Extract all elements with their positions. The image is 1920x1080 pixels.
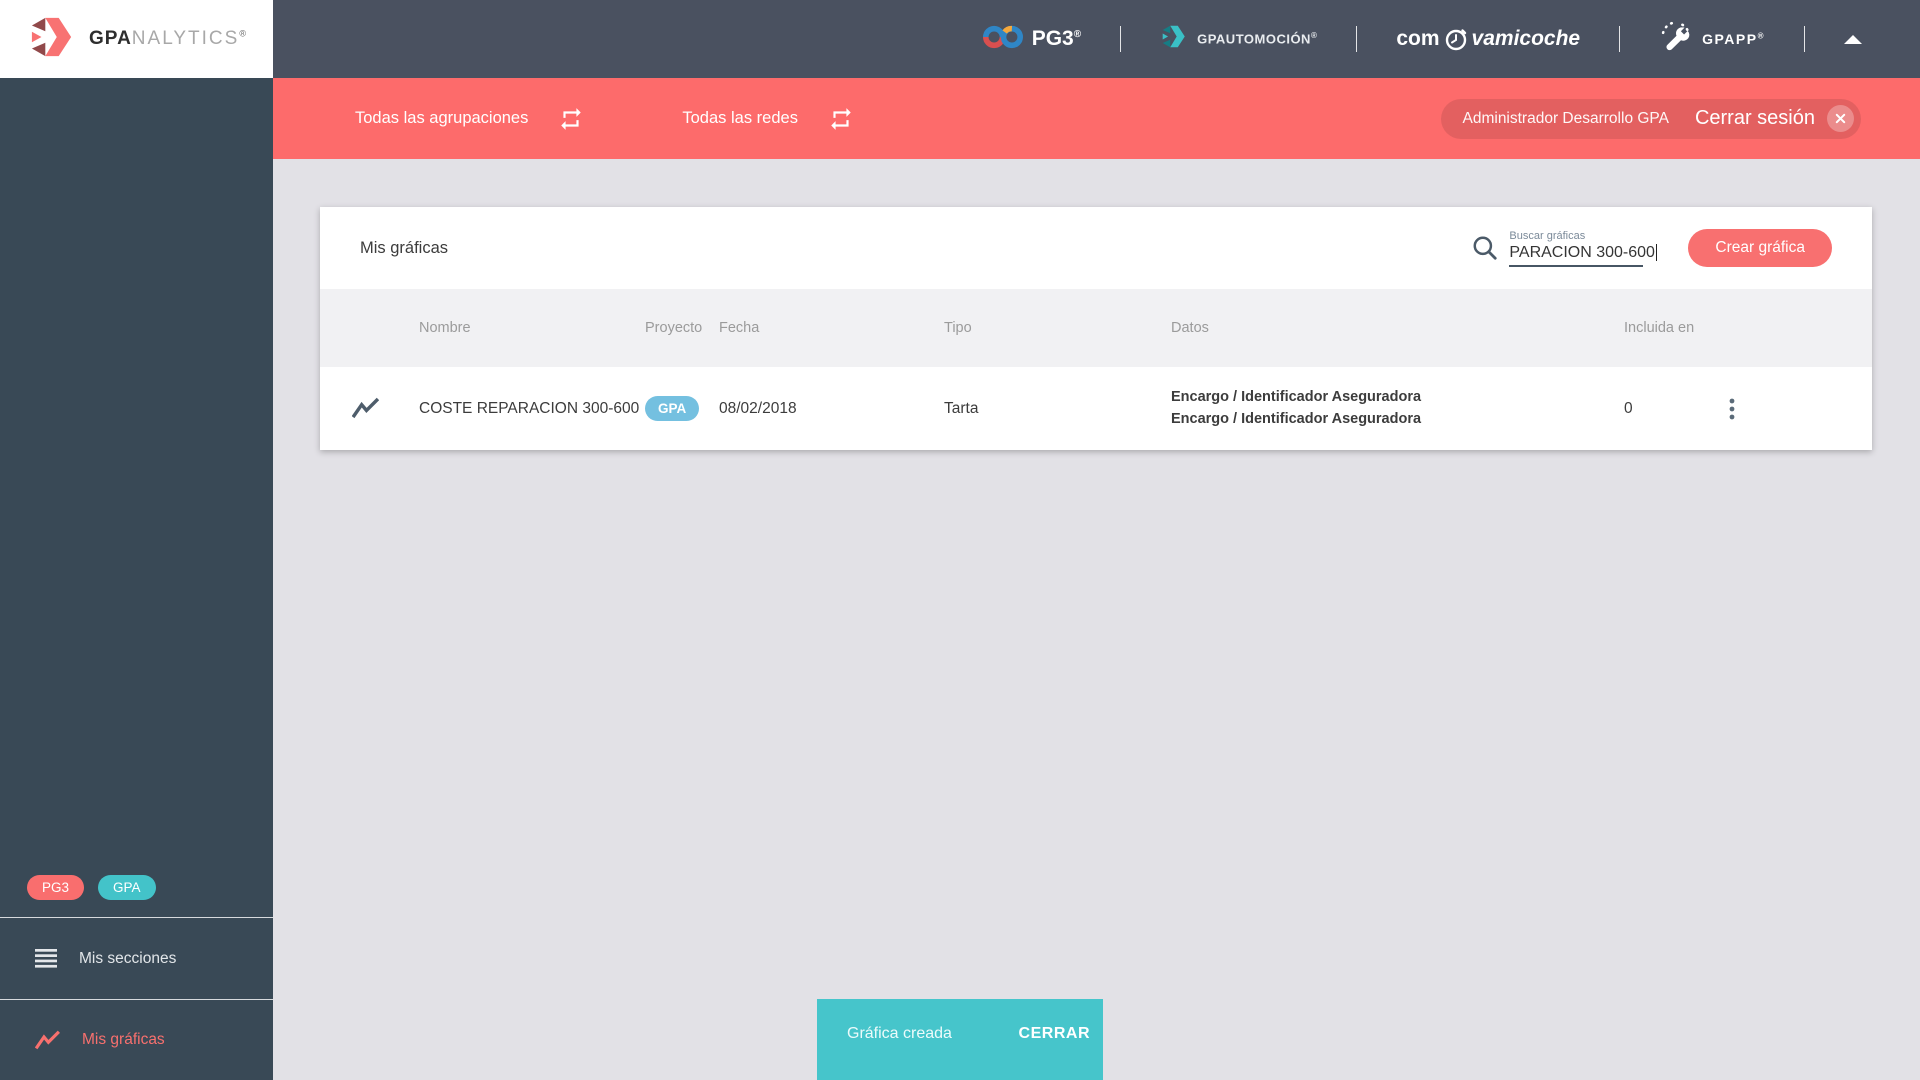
sidebar-item-mis-graficas[interactable]: Mis gráficas [0, 1000, 273, 1080]
row-menu [1711, 394, 1872, 424]
brand-gpapp[interactable]: GPAPP® [1659, 20, 1765, 59]
gpautomocion-arrow-icon [1160, 24, 1188, 54]
page-title: Mis gráficas [360, 238, 449, 257]
create-chart-button[interactable]: Crear gráfica [1688, 229, 1832, 267]
column-header-datos: Datos [1171, 320, 1209, 336]
sidebar-bottom: PG3 GPA Mis secciones Mis gráficas [0, 875, 273, 1080]
row-date: 08/02/2018 [719, 399, 797, 417]
card-header: Mis gráficas Buscar gráficas PARACION 30… [320, 207, 1872, 289]
column-header-tipo: Tipo [944, 320, 972, 336]
search-input-label: Buscar gráficas [1509, 229, 1586, 242]
row-chart-type-icon [320, 397, 419, 420]
pg3-infinity-icon [982, 24, 1023, 55]
repeat-icon [561, 107, 582, 130]
filter-groupings-label: Todas las agrupaciones [355, 109, 529, 127]
compravamicoche-label: com vamicoche [1396, 26, 1581, 52]
brand-pg3[interactable]: PG3® [982, 24, 1082, 55]
header-divider [1619, 26, 1621, 52]
header-divider [1804, 26, 1805, 52]
filter-bar: Todas las agrupaciones Todas las redes A… [273, 78, 1920, 159]
collapse-arrow-icon[interactable] [1844, 34, 1862, 44]
gpanalytics-logo-text: GPANALYTICS® [89, 28, 247, 49]
sidebar-badges: PG3 GPA [0, 875, 273, 917]
brand-compravamicoche[interactable]: com vamicoche [1396, 26, 1580, 52]
wrench-icon [1659, 20, 1693, 59]
search-icon[interactable] [1471, 234, 1499, 262]
repeat-icon [831, 107, 851, 130]
row-data: Encargo / Identificador Aseguradora Enca… [1171, 387, 1615, 429]
column-header-nombre: Nombre [419, 320, 471, 336]
row-menu-button[interactable] [1725, 394, 1739, 424]
pg3-label: PG3® [1031, 27, 1082, 50]
table-row[interactable]: COSTE REPARACION 300-600 GPA 08/02/2018 … [320, 367, 1872, 450]
row-type: Tarta [944, 399, 979, 417]
main-content: Mis gráficas Buscar gráficas PARACION 30… [273, 159, 1920, 1080]
line-chart-icon [35, 1030, 60, 1051]
sidebar-item-mis-secciones[interactable]: Mis secciones [0, 918, 273, 999]
header-brand-switcher: PG3® GPAUTOMOCIÓN® com vamicoche GPAPP® [273, 0, 1920, 78]
column-header-proyecto: Proyecto [645, 320, 703, 336]
menu-list-icon [35, 949, 57, 968]
snackbar-message: Gráfica creada [847, 1025, 952, 1042]
user-session-pill: Administrador Desarrollo GPA Cerrar sesi… [1440, 98, 1861, 139]
search-input[interactable]: Buscar gráficas PARACION 300-600 [1509, 229, 1658, 267]
column-header-fecha: Fecha [719, 320, 760, 336]
badge-gpa[interactable]: GPA [98, 875, 156, 900]
column-header-incluida-en: Incluida en [1624, 320, 1695, 336]
gpanalytics-logo-icon [26, 15, 78, 64]
header-divider [1120, 26, 1122, 52]
text-caret [1655, 243, 1658, 261]
sidebar-item-label: Mis secciones [79, 949, 177, 967]
close-session-icon [1827, 105, 1854, 132]
brand-gpautomocion[interactable]: GPAUTOMOCIÓN® [1160, 24, 1317, 54]
filter-networks-label: Todas las redes [682, 109, 798, 127]
filter-groupings[interactable]: Todas las agrupaciones [355, 106, 584, 132]
row-included-in: 0 [1624, 399, 1633, 417]
logout-label: Cerrar sesión [1694, 107, 1815, 129]
project-badge: GPA [645, 396, 700, 421]
snackbar-inner: Gráfica creada CERRAR [817, 1025, 1103, 1043]
gpapp-label: GPAPP® [1702, 31, 1765, 47]
search-input-value: PARACION 300-600 [1509, 243, 1658, 267]
row-project: GPA [645, 396, 719, 421]
row-data-line: Encargo / Identificador Aseguradora [1171, 389, 1422, 406]
badge-pg3[interactable]: PG3 [27, 875, 85, 900]
charts-card: Mis gráficas Buscar gráficas PARACION 30… [320, 207, 1872, 450]
row-data-line: Encargo / Identificador Aseguradora [1171, 410, 1422, 427]
clock-icon [1444, 26, 1468, 52]
row-name: COSTE REPARACION 300-600 [419, 399, 640, 417]
logged-user-label: Administrador Desarrollo GPA [1462, 109, 1669, 127]
logout-button[interactable]: Cerrar sesión [1695, 105, 1854, 132]
snackbar-close-button[interactable]: CERRAR [1019, 1025, 1090, 1043]
gpautomocion-label: GPAUTOMOCIÓN® [1197, 31, 1318, 47]
snackbar: Gráfica creada CERRAR [817, 999, 1103, 1080]
sidebar: PG3 GPA Mis secciones Mis gráficas [0, 78, 273, 1080]
table-header: Nombre Proyecto Fecha Tipo Datos Incluid… [320, 289, 1872, 367]
top-header: GPANALYTICS® PG3® GPAUTOMOCIÓN® com vami… [0, 0, 1920, 78]
sidebar-item-label: Mis gráficas [82, 1031, 165, 1048]
header-divider [1356, 26, 1358, 52]
gpanalytics-logo[interactable]: GPANALYTICS® [0, 0, 273, 78]
filter-networks[interactable]: Todas las redes [682, 106, 854, 132]
